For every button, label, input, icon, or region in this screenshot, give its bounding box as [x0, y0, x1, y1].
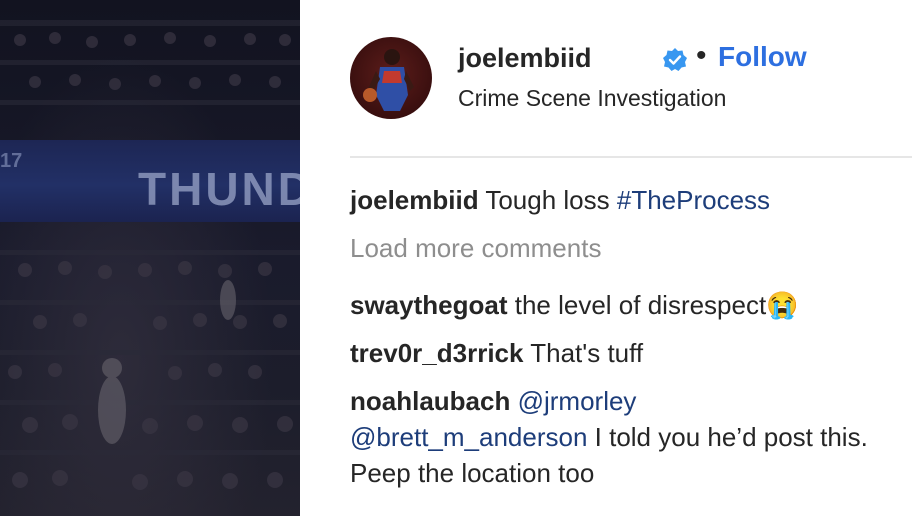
comment-author[interactable]: swaythegoat: [350, 290, 508, 320]
caption-text: Tough loss: [485, 185, 617, 215]
separator-dot: •: [696, 39, 707, 72]
player-silhouette-icon: [363, 49, 414, 111]
comment-mention[interactable]: @brett_m_anderson: [350, 422, 587, 452]
verified-badge-icon: [663, 48, 687, 71]
comment-author[interactable]: trev0r_d3rrick: [350, 338, 523, 368]
caption-author[interactable]: joelembiid: [350, 185, 479, 215]
post-side-panel: joelembiid • Follow Crime Scene Investig…: [300, 0, 912, 516]
comment-mention[interactable]: @jrmorley: [518, 386, 637, 416]
crowd-texture: [0, 20, 300, 490]
comment-item: noahlaubach @jrmorley @brett_m_anderson …: [350, 383, 910, 491]
comment-item: swaythegoat the level of disrespect😭: [350, 287, 910, 323]
post-author-username[interactable]: joelembiid: [458, 43, 592, 74]
comment-author[interactable]: noahlaubach: [350, 386, 510, 416]
load-more-comments-button[interactable]: Load more comments: [350, 233, 601, 264]
follow-button[interactable]: Follow: [718, 41, 807, 73]
header-divider: [350, 156, 912, 158]
arena-banner-text: THUND: [138, 163, 300, 215]
arena-banner-number: 17: [0, 150, 23, 172]
comment-text: That's tuff: [530, 338, 644, 368]
comment-text: the level of disrespect😭: [514, 290, 799, 320]
post-image[interactable]: 17 THUND: [0, 0, 300, 516]
comment-item: trev0r_d3rrick That's tuff: [350, 335, 910, 371]
post-location[interactable]: Crime Scene Investigation: [458, 85, 726, 112]
post-header: joelembiid • Follow Crime Scene Investig…: [350, 37, 910, 119]
caption-hashtag[interactable]: #TheProcess: [617, 185, 770, 215]
avatar[interactable]: [350, 37, 432, 119]
comment-item-partial: [350, 505, 910, 519]
caption: joelembiid Tough loss #TheProcess: [350, 182, 910, 218]
